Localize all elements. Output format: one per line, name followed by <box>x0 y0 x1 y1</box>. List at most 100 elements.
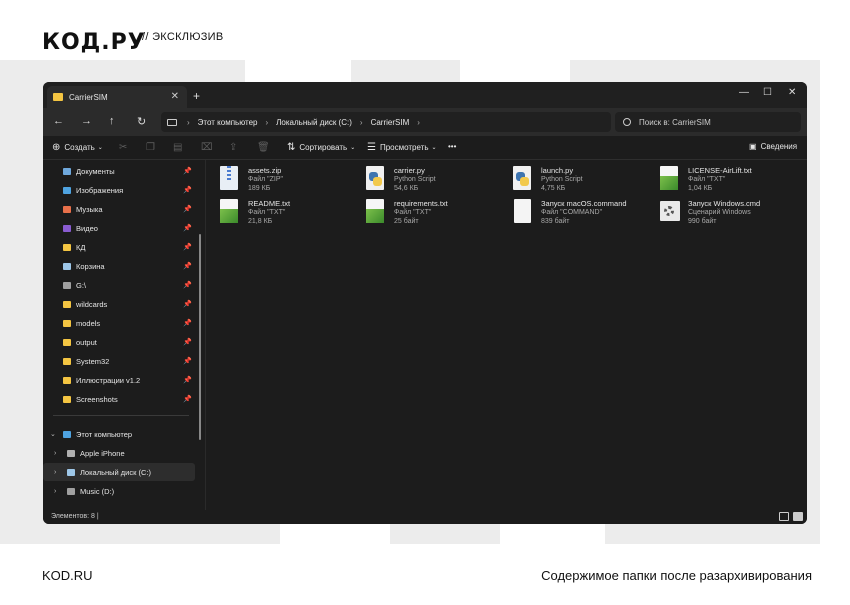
pictures-icon <box>63 186 71 194</box>
navigation-pane: Документы 📌 Изображения 📌 Музыка 📌 Видео 📌 КД 📌 Ко… <box>43 160 201 510</box>
details-label: Сведения <box>760 142 798 151</box>
file-item[interactable]: requirements.txt Файл "TXT" 25 байт <box>364 199 504 229</box>
sidebar-item[interactable]: output 📌 <box>43 333 195 351</box>
pin-icon[interactable]: 📌 <box>183 167 192 175</box>
file-name: assets.zip <box>248 166 282 175</box>
file-size: 839 байт <box>541 218 570 225</box>
file-name: LICENSE-AirLift.txt <box>688 166 752 175</box>
sidebar-item[interactable]: Документы 📌 <box>43 162 195 180</box>
paste-icon[interactable]: ▤ <box>173 142 182 153</box>
sidebar-item[interactable]: System32 📌 <box>43 352 195 370</box>
sidebar-scrollbar[interactable] <box>199 234 201 440</box>
pin-icon[interactable]: 📌 <box>183 281 192 289</box>
up-button[interactable]: ↑ <box>109 115 115 127</box>
pin-icon[interactable]: 📌 <box>183 243 192 251</box>
sidebar-item-label: System32 <box>76 356 110 366</box>
sidebar-item-label: Screenshots <box>76 394 118 404</box>
close-button[interactable]: ✕ <box>788 87 796 98</box>
sidebar-item[interactable]: Корзина 📌 <box>43 257 195 275</box>
view-icon: ☰ <box>367 142 376 153</box>
sidebar-item[interactable]: КД 📌 <box>43 238 195 256</box>
refresh-button[interactable]: ↻ <box>137 115 146 128</box>
sidebar-tree-item[interactable]: › Music (D:) <box>43 482 195 500</box>
tab-carriersim[interactable]: CarrierSIM ✕ <box>47 86 187 108</box>
cut-icon[interactable]: ✂ <box>119 142 127 153</box>
file-size: 990 байт <box>688 218 717 225</box>
file-type: Файл "ZIP" <box>248 176 284 183</box>
sidebar-item[interactable]: Видео 📌 <box>43 219 195 237</box>
copy-icon[interactable]: ❐ <box>146 142 155 153</box>
sidebar-tree-item[interactable]: ⌄ Этот компьютер <box>43 425 195 443</box>
file-item[interactable]: LICENSE-AirLift.txt Файл "TXT" 1,04 КБ <box>658 166 798 196</box>
minimize-button[interactable]: — <box>739 87 749 98</box>
pin-icon[interactable]: 📌 <box>183 376 192 384</box>
back-button[interactable]: ← <box>53 115 64 127</box>
expand-chevron-icon[interactable]: › <box>54 469 56 476</box>
sidebar-item[interactable]: models 📌 <box>43 314 195 332</box>
details-button[interactable]: ▣ Сведения <box>749 142 797 151</box>
maximize-button[interactable]: ☐ <box>763 87 772 98</box>
breadcrumb-this-pc[interactable]: Этот компьютер <box>198 118 258 127</box>
video-icon <box>63 224 71 232</box>
sidebar-tree-item[interactable]: › Локальный диск (C:) <box>43 463 195 481</box>
sidebar-item-label: Корзина <box>76 261 105 271</box>
pin-icon[interactable]: 📌 <box>183 205 192 213</box>
forward-button[interactable]: → <box>81 115 92 127</box>
text-file-icon <box>364 199 386 225</box>
file-item[interactable]: README.txt Файл "TXT" 21,8 КБ <box>218 199 358 229</box>
details-view-icon[interactable] <box>779 512 789 521</box>
sidebar-item[interactable]: Музыка 📌 <box>43 200 195 218</box>
pin-icon[interactable]: 📌 <box>183 262 192 270</box>
delete-icon[interactable]: 🗑 <box>257 142 270 153</box>
file-size: 4,75 КБ <box>541 185 566 192</box>
more-options-button[interactable]: ••• <box>448 142 456 151</box>
expand-chevron-icon[interactable]: › <box>54 450 56 457</box>
pin-icon[interactable]: 📌 <box>183 395 192 403</box>
sort-button[interactable]: ⇅ Сортировать ⌄ <box>287 142 355 153</box>
file-info: carrier.py Python Script 54,6 КБ <box>394 166 436 196</box>
sidebar-item[interactable]: wildcards 📌 <box>43 295 195 313</box>
file-item[interactable]: assets.zip Файл "ZIP" 189 КБ <box>218 166 358 196</box>
file-size: 21,8 КБ <box>248 218 273 225</box>
pin-icon[interactable]: 📌 <box>183 300 192 308</box>
details-pane-icon: ▣ <box>749 142 757 151</box>
file-item[interactable]: Запуск Windows.cmd Сценарий Windows 990 ба… <box>658 199 798 229</box>
expand-chevron-icon[interactable]: ⌄ <box>50 430 56 438</box>
create-button[interactable]: ⊕ Создать ⌄ <box>52 142 103 153</box>
folder-icon <box>53 93 63 101</box>
file-info: Запуск Windows.cmd Сценарий Windows 990 ба… <box>688 199 760 229</box>
pin-icon[interactable]: 📌 <box>183 319 192 327</box>
sidebar-item[interactable]: Изображения 📌 <box>43 181 195 199</box>
file-type: Python Script <box>394 176 436 183</box>
pin-icon[interactable]: 📌 <box>183 338 192 346</box>
file-item[interactable]: launch.py Python Script 4,75 КБ <box>511 166 651 196</box>
zip-file-icon <box>218 166 240 192</box>
rename-icon[interactable]: ⌧ <box>201 142 213 153</box>
folder-icon <box>63 357 71 365</box>
view-button[interactable]: ☰ Просмотреть ⌄ <box>367 142 437 153</box>
breadcrumb-carriersim[interactable]: CarrierSIM <box>371 118 410 127</box>
tiles-view-icon[interactable] <box>793 512 803 521</box>
file-info: LICENSE-AirLift.txt Файл "TXT" 1,04 КБ <box>688 166 752 196</box>
breadcrumb-local-disk[interactable]: Локальный диск (C:) <box>276 118 352 127</box>
pin-icon[interactable]: 📌 <box>183 224 192 232</box>
file-item[interactable]: carrier.py Python Script 54,6 КБ <box>364 166 504 196</box>
file-size: 25 байт <box>394 218 419 225</box>
pin-icon[interactable]: 📌 <box>183 357 192 365</box>
file-item[interactable]: Запуск macOS.command Файл "COMMAND" 839 ба… <box>511 199 651 229</box>
music-icon <box>63 205 71 213</box>
sidebar-item-label: G:\ <box>76 280 87 290</box>
drive-icon <box>63 281 71 289</box>
sidebar-item[interactable]: Иллюстрации v1.2 📌 <box>43 371 195 389</box>
sidebar-item[interactable]: Screenshots 📌 <box>43 390 195 408</box>
tab-close-icon[interactable]: ✕ <box>171 91 179 102</box>
address-bar[interactable]: › Этот компьютер › Локальный диск (C:) ›… <box>161 112 611 132</box>
share-icon[interactable]: ⇪ <box>229 142 237 153</box>
sidebar-tree-item[interactable]: › Apple iPhone <box>43 444 195 462</box>
item-count: Элементов: 8 | <box>51 513 99 520</box>
pin-icon[interactable]: 📌 <box>183 186 192 194</box>
expand-chevron-icon[interactable]: › <box>54 488 56 495</box>
search-input[interactable]: Поиск в: CarrierSIM <box>615 112 801 132</box>
new-tab-button[interactable]: + <box>193 89 200 103</box>
sidebar-item[interactable]: G:\ 📌 <box>43 276 195 294</box>
